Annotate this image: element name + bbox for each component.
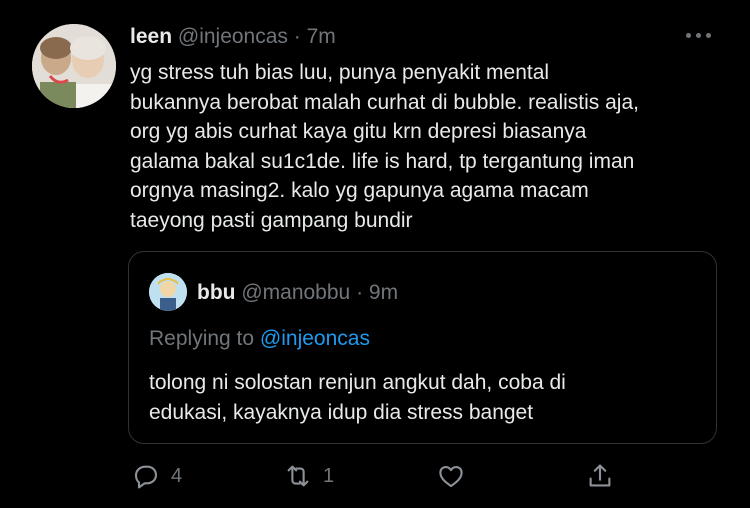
quote-author-name[interactable]: bbu bbox=[197, 281, 235, 304]
retweet-icon bbox=[287, 465, 309, 487]
like-icon bbox=[439, 465, 463, 488]
reply-count: 4 bbox=[171, 464, 183, 487]
retweet-count: 1 bbox=[323, 464, 335, 487]
separator-dot: · bbox=[293, 25, 301, 48]
quote-timestamp[interactable]: 9m bbox=[369, 281, 398, 304]
author-handle[interactable]: @injeoncas bbox=[178, 25, 288, 48]
quoted-tweet[interactable]: bbu @manobbu · 9m Replying to @injeoncas… bbox=[128, 251, 717, 444]
quote-avatar[interactable] bbox=[149, 273, 187, 311]
tweet[interactable]: leen @injeoncas · 7m yg stress tuh bias … bbox=[0, 0, 750, 508]
reply-icon bbox=[134, 465, 158, 489]
author-name[interactable]: leen bbox=[130, 25, 172, 48]
share-button[interactable] bbox=[585, 460, 615, 492]
like-button[interactable] bbox=[436, 460, 466, 492]
quote-separator-dot: · bbox=[356, 281, 364, 304]
replying-mention-link[interactable]: @injeoncas bbox=[260, 327, 370, 350]
quote-header: bbu @manobbu · 9m bbox=[197, 281, 398, 305]
avatar-photo bbox=[32, 24, 116, 108]
quote-avatar-photo bbox=[149, 273, 187, 311]
share-icon bbox=[589, 464, 611, 487]
quote-author-handle[interactable]: @manobbu bbox=[241, 281, 350, 304]
timestamp[interactable]: 7m bbox=[307, 25, 336, 48]
more-icon[interactable] bbox=[684, 30, 714, 42]
avatar[interactable] bbox=[32, 24, 116, 108]
reply-button[interactable]: 4 bbox=[131, 460, 182, 492]
retweet-button[interactable]: 1 bbox=[283, 460, 334, 492]
tweet-header: leen @injeoncas · 7m bbox=[130, 25, 336, 49]
tweet-text: yg stress tuh bias luu, punya penyakit m… bbox=[130, 61, 639, 232]
quote-text: tolong ni solostan renjun angkut dah, co… bbox=[149, 371, 566, 424]
replying-prefix: Replying to bbox=[149, 327, 260, 350]
replying-to: Replying to @injeoncas bbox=[149, 327, 370, 351]
